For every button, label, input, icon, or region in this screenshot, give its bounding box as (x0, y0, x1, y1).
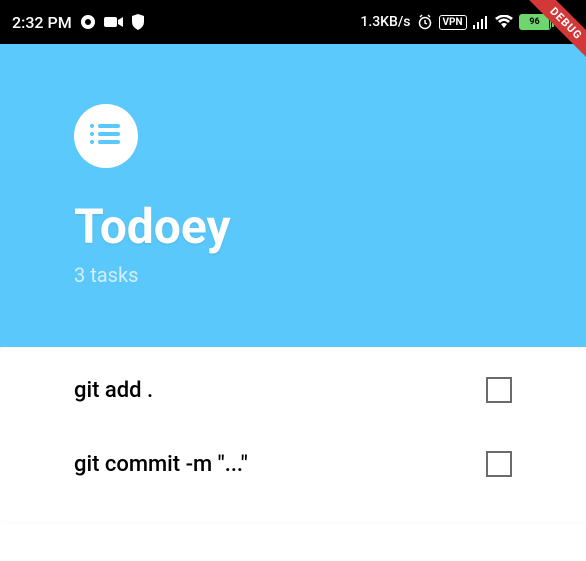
alarm-icon (417, 14, 433, 30)
task-checkbox[interactable] (486, 377, 512, 403)
status-bar: 2:32 PM 1.3KB/s VPN 96 ⚡ (0, 0, 586, 44)
task-row[interactable]: git commit -m "..." (0, 427, 586, 501)
task-label: git commit -m "..." (74, 452, 248, 477)
task-label: git add . (74, 378, 153, 403)
network-speed: 1.3KB/s (360, 14, 410, 30)
task-row[interactable]: git add . (0, 353, 586, 427)
status-left: 2:32 PM (12, 13, 144, 32)
signal-icon (473, 15, 489, 29)
task-list-panel: git add . git commit -m "..." (0, 333, 586, 521)
charging-icon: ⚡ (557, 14, 574, 30)
status-time: 2:32 PM (12, 13, 72, 32)
shield-icon (132, 14, 144, 30)
app-title: Todoey (74, 198, 512, 255)
app-header: Todoey 3 tasks (0, 44, 586, 347)
task-checkbox[interactable] (486, 451, 512, 477)
battery-percent: 96 (529, 17, 539, 27)
wifi-icon (495, 15, 513, 29)
status-right: 1.3KB/s VPN 96 ⚡ (360, 14, 574, 30)
browser-icon (80, 14, 96, 30)
task-count: 3 tasks (74, 263, 512, 287)
vpn-badge: VPN (439, 15, 467, 30)
video-icon (104, 15, 124, 29)
list-icon (90, 124, 122, 148)
menu-button[interactable] (74, 104, 138, 168)
battery-icon: 96 (519, 14, 551, 30)
